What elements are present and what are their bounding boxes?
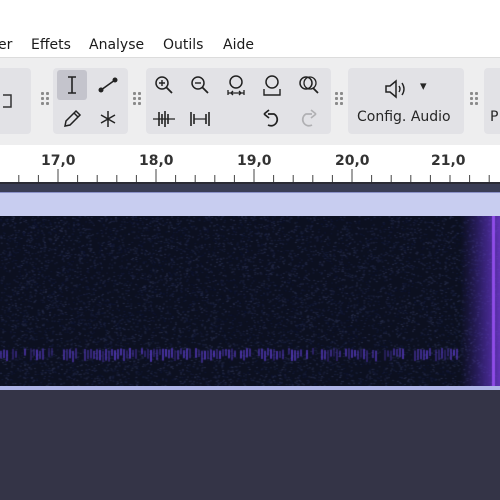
- ruler-tick-label: 17,0: [41, 153, 76, 169]
- toolbar: ▾ Config. Audio P: [0, 57, 500, 146]
- audio-setup-dropdown-arrow: ▾: [420, 79, 427, 94]
- tools-group: [53, 68, 128, 134]
- undo-button[interactable]: [257, 104, 287, 134]
- silence-audio-button[interactable]: [185, 104, 215, 134]
- audio-setup-group[interactable]: ▾ Config. Audio: [348, 68, 464, 134]
- menu-analyse[interactable]: Analyse: [89, 37, 144, 53]
- toolbar-grip[interactable]: [335, 92, 343, 106]
- toolbar-grip[interactable]: [470, 92, 478, 106]
- toolbar-grip[interactable]: [133, 92, 141, 106]
- spectrogram-canvas: [0, 216, 500, 386]
- empty-track-area[interactable]: [0, 390, 500, 500]
- ruler-tick-label: 21,0: [431, 153, 466, 169]
- draw-pencil-icon: [64, 109, 82, 127]
- menu-bar: er Effets Analyse Outils Aide: [0, 33, 500, 57]
- audio-setup-label: Config. Audio: [357, 109, 451, 125]
- zoom-fit-icon: [263, 75, 281, 96]
- menu-outils[interactable]: Outils: [163, 37, 203, 53]
- ruler-tick-label: 19,0: [237, 153, 272, 169]
- zoom-in-icon: [155, 76, 173, 94]
- partial-right-label: P: [490, 109, 499, 125]
- trim-audio-button[interactable]: [149, 104, 179, 134]
- partial-button[interactable]: [0, 86, 24, 116]
- multi-tool-button[interactable]: [93, 104, 123, 134]
- menu-edition[interactable]: er: [0, 37, 12, 53]
- track-top-border: [0, 184, 500, 192]
- speaker-icon: [385, 79, 405, 99]
- spectrogram-view[interactable]: [0, 216, 500, 386]
- silence-audio-icon: [190, 112, 210, 126]
- zoom-fit-button[interactable]: [257, 70, 287, 100]
- toolbar-grip[interactable]: [41, 92, 49, 106]
- redo-button[interactable]: [293, 104, 323, 134]
- zoom-selection-button[interactable]: [221, 70, 251, 100]
- menu-aide[interactable]: Aide: [223, 37, 254, 53]
- zoom-in-button[interactable]: [149, 70, 179, 100]
- toolbar-group-partial-left: [0, 68, 31, 134]
- redo-icon: [301, 109, 317, 127]
- ruler-tick-label: 20,0: [335, 153, 370, 169]
- trim-audio-icon: [153, 111, 175, 127]
- selection-tool-button[interactable]: [57, 70, 87, 100]
- selection-tool-icon: [68, 76, 76, 94]
- zoom-out-button[interactable]: [185, 70, 215, 100]
- toolbar-group-partial-right[interactable]: P: [484, 68, 500, 134]
- edit-group: [146, 68, 331, 134]
- zoom-out-icon: [191, 76, 209, 94]
- undo-icon: [263, 109, 279, 127]
- track-clip-header[interactable]: [0, 192, 500, 217]
- timeline-ruler[interactable]: 17,0 18,0 19,0 20,0 21,0: [0, 145, 500, 183]
- multi-tool-icon: [100, 111, 116, 127]
- zoom-toggle-button[interactable]: [293, 70, 323, 100]
- menu-effets[interactable]: Effets: [31, 37, 71, 53]
- envelope-tool-button[interactable]: [93, 70, 123, 100]
- draw-tool-button[interactable]: [57, 104, 87, 134]
- ruler-tick-label: 18,0: [139, 153, 174, 169]
- zoom-selection-icon: [227, 75, 245, 96]
- partial-icon: [3, 94, 12, 108]
- envelope-tool-icon: [98, 77, 118, 93]
- zoom-toggle-icon: [299, 76, 319, 94]
